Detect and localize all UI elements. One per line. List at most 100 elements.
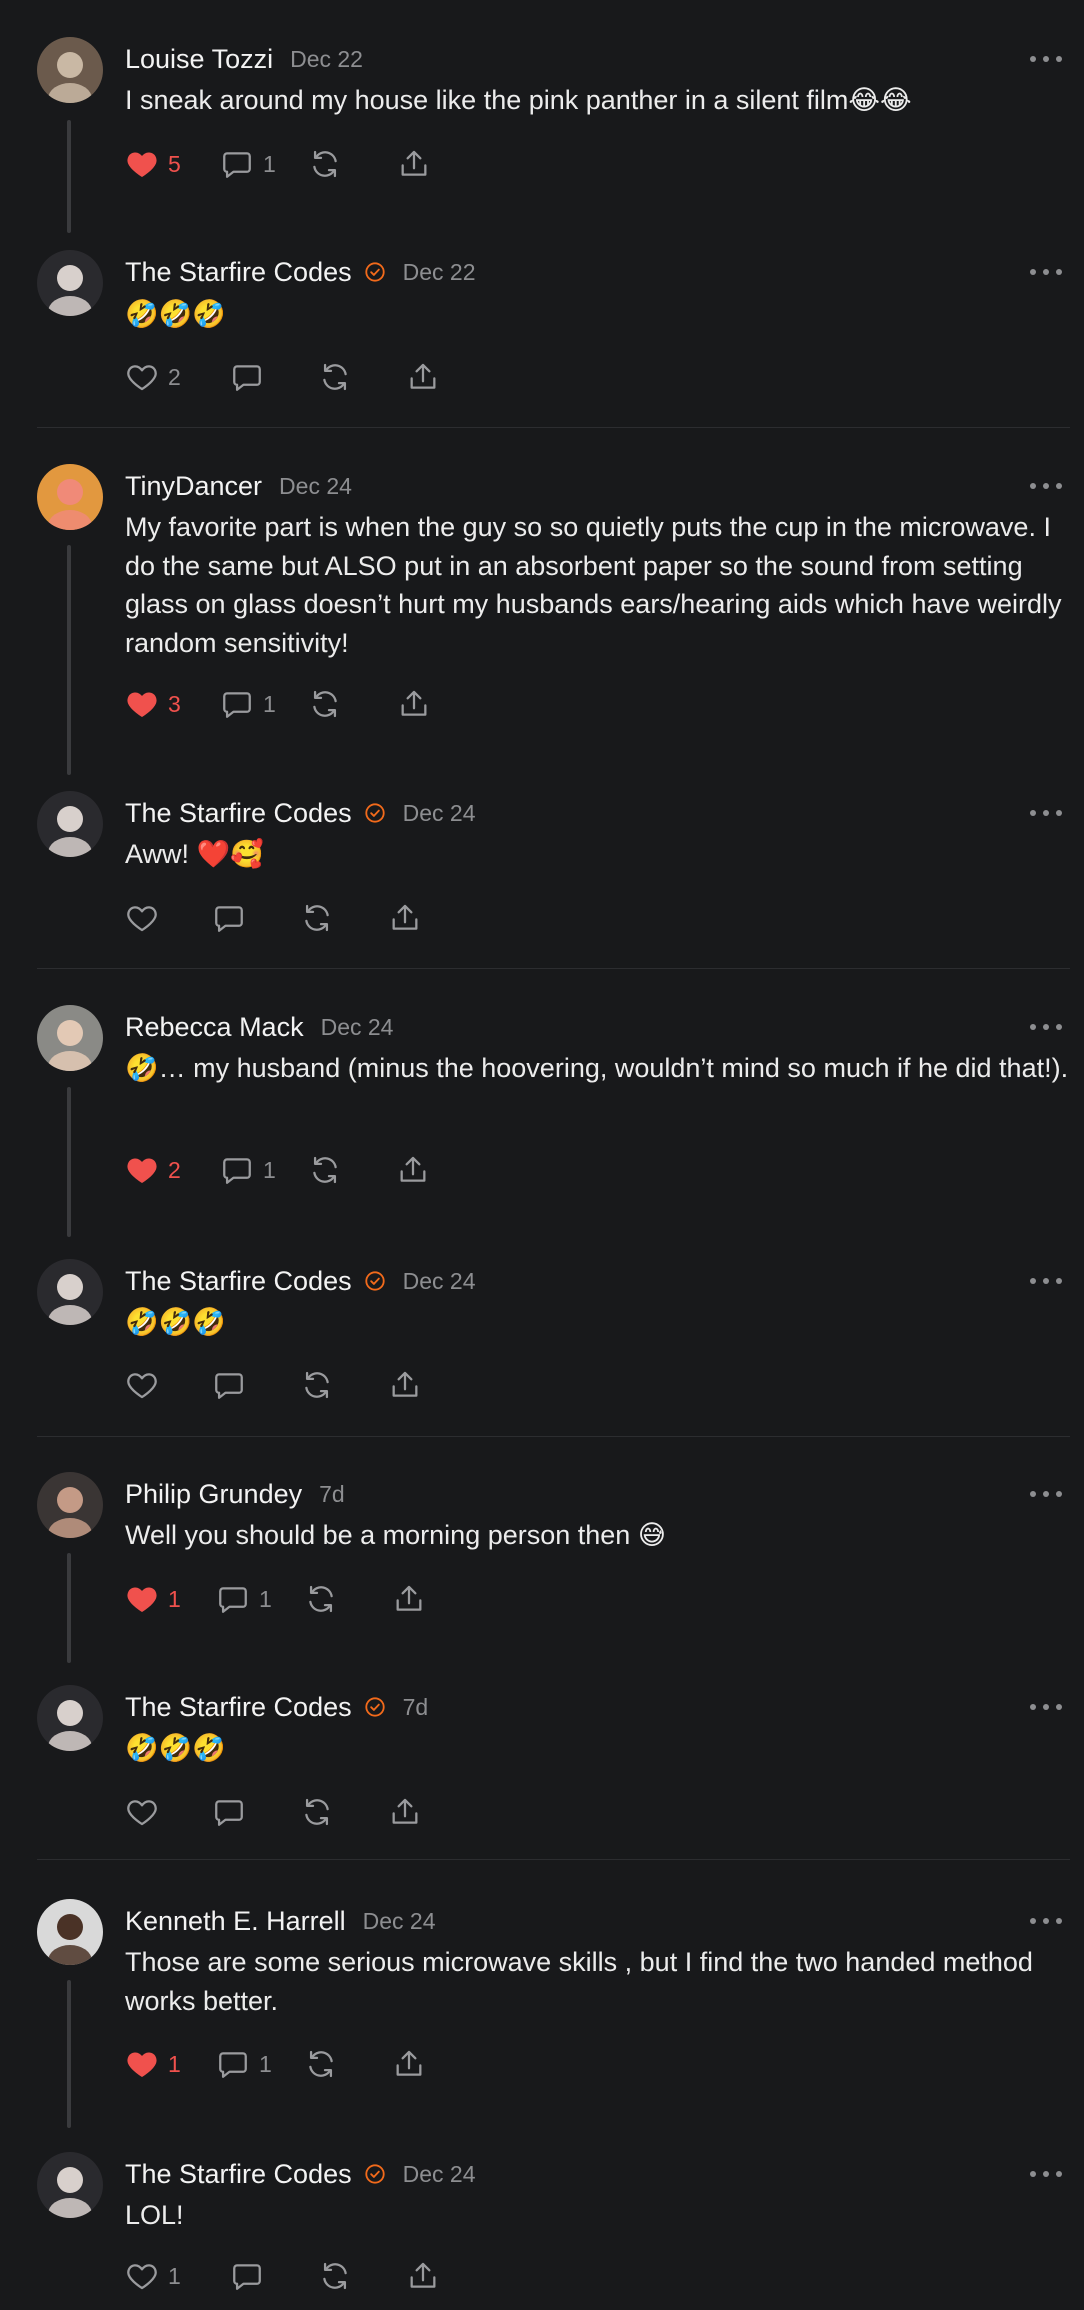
like-count: 1 xyxy=(168,2262,181,2289)
thread-divider xyxy=(37,1436,1070,1437)
reply-count: 1 xyxy=(263,1156,276,1183)
share-button[interactable] xyxy=(392,1579,426,1619)
repost-button[interactable] xyxy=(304,1579,338,1619)
comment-button[interactable] xyxy=(212,1365,246,1405)
comment-button[interactable]: 1 xyxy=(220,144,276,184)
more-icon[interactable] xyxy=(1030,2164,1062,2184)
author-name[interactable]: Louise Tozzi xyxy=(125,44,273,75)
post-date: Dec 22 xyxy=(290,45,363,72)
comment-bubble-icon xyxy=(220,147,254,181)
like-button[interactable] xyxy=(125,1365,159,1405)
author-name[interactable]: The Starfire Codes xyxy=(125,1692,352,1723)
author-name[interactable]: Kenneth E. Harrell xyxy=(125,1906,346,1937)
repost-button[interactable] xyxy=(318,357,352,397)
more-icon[interactable] xyxy=(1030,1484,1062,1504)
comment-button[interactable] xyxy=(230,2256,264,2296)
like-button[interactable]: 1 xyxy=(125,2256,181,2296)
comment-button[interactable]: 1 xyxy=(216,1579,272,1619)
share-icon xyxy=(397,687,431,721)
more-icon[interactable] xyxy=(1030,1697,1062,1717)
share-icon xyxy=(406,2259,440,2293)
share-button[interactable] xyxy=(388,1792,422,1832)
post-header: The Starfire Codes Dec 24 xyxy=(125,2154,475,2194)
share-icon xyxy=(397,147,431,181)
avatar[interactable] xyxy=(37,1259,103,1325)
more-icon[interactable] xyxy=(1030,1271,1062,1291)
share-button[interactable] xyxy=(388,898,422,938)
comment-button[interactable] xyxy=(230,357,264,397)
like-button[interactable]: 3 xyxy=(125,684,181,724)
avatar[interactable] xyxy=(37,1899,103,1965)
avatar[interactable] xyxy=(37,791,103,857)
repost-button[interactable] xyxy=(308,1150,342,1190)
avatar[interactable] xyxy=(37,1472,103,1538)
comment-button[interactable]: 1 xyxy=(220,1150,276,1190)
repost-button[interactable] xyxy=(304,2044,338,2084)
author-name[interactable]: The Starfire Codes xyxy=(125,257,352,288)
thread-connector-line xyxy=(67,1980,71,2128)
post-text: My favorite part is when the guy so so q… xyxy=(125,512,1062,658)
repost-button[interactable] xyxy=(300,1365,334,1405)
repost-icon xyxy=(308,147,342,181)
like-button[interactable]: 2 xyxy=(125,357,181,397)
comment-button[interactable]: 1 xyxy=(216,2044,272,2084)
share-button[interactable] xyxy=(397,144,431,184)
thread-connector-line xyxy=(67,1553,71,1663)
repost-icon xyxy=(318,2259,352,2293)
share-button[interactable] xyxy=(406,2256,440,2296)
more-icon[interactable] xyxy=(1030,803,1062,823)
author-name[interactable]: The Starfire Codes xyxy=(125,1266,352,1297)
like-button[interactable]: 1 xyxy=(125,1579,181,1619)
avatar[interactable] xyxy=(37,2152,103,2218)
more-icon[interactable] xyxy=(1030,1911,1062,1931)
more-icon[interactable] xyxy=(1030,262,1062,282)
repost-button[interactable] xyxy=(300,1792,334,1832)
more-icon[interactable] xyxy=(1030,49,1062,69)
post-date: Dec 22 xyxy=(402,258,476,285)
comment-bubble-icon xyxy=(220,1153,254,1187)
share-button[interactable] xyxy=(392,2044,426,2084)
share-icon xyxy=(388,1795,422,1829)
more-icon[interactable] xyxy=(1030,1017,1062,1037)
like-button[interactable]: 5 xyxy=(125,144,181,184)
avatar[interactable] xyxy=(37,37,103,103)
post-text: Aww! ❤️🥰 xyxy=(125,839,264,869)
like-button[interactable] xyxy=(125,898,159,938)
comment-button[interactable] xyxy=(212,1792,246,1832)
like-button[interactable]: 2 xyxy=(125,1150,181,1190)
author-name[interactable]: Rebecca Mack xyxy=(125,1012,304,1043)
author-name[interactable]: TinyDancer xyxy=(125,471,262,502)
post-date: Dec 24 xyxy=(402,799,476,826)
repost-button[interactable] xyxy=(318,2256,352,2296)
avatar[interactable] xyxy=(37,464,103,530)
comment-button[interactable] xyxy=(212,898,246,938)
author-name[interactable]: The Starfire Codes xyxy=(125,798,352,829)
avatar[interactable] xyxy=(37,1685,103,1751)
like-button[interactable]: 1 xyxy=(125,2044,181,2084)
repost-icon xyxy=(304,1582,338,1616)
share-button[interactable] xyxy=(406,357,440,397)
share-button[interactable] xyxy=(397,684,431,724)
verified-check-icon xyxy=(364,2163,386,2185)
share-button[interactable] xyxy=(388,1365,422,1405)
repost-button[interactable] xyxy=(308,684,342,724)
avatar[interactable] xyxy=(37,250,103,316)
like-count: 1 xyxy=(168,2050,181,2077)
verified-check-icon xyxy=(364,261,386,283)
author-name[interactable]: The Starfire Codes xyxy=(125,2159,352,2190)
comment-bubble-icon xyxy=(212,1795,246,1829)
author-name[interactable]: Philip Grundey xyxy=(125,1479,302,1510)
verified-check-icon xyxy=(364,1696,386,1718)
post-date: Dec 24 xyxy=(320,1013,394,1040)
more-icon[interactable] xyxy=(1030,476,1062,496)
reply-count: 1 xyxy=(263,150,276,177)
share-icon xyxy=(396,1153,430,1187)
heart-icon xyxy=(125,1368,159,1402)
comment-button[interactable]: 1 xyxy=(220,684,276,724)
avatar[interactable] xyxy=(37,1005,103,1071)
share-button[interactable] xyxy=(396,1150,430,1190)
repost-button[interactable] xyxy=(300,898,334,938)
like-button[interactable] xyxy=(125,1792,159,1832)
comment-bubble-icon xyxy=(220,687,254,721)
repost-button[interactable] xyxy=(308,144,342,184)
